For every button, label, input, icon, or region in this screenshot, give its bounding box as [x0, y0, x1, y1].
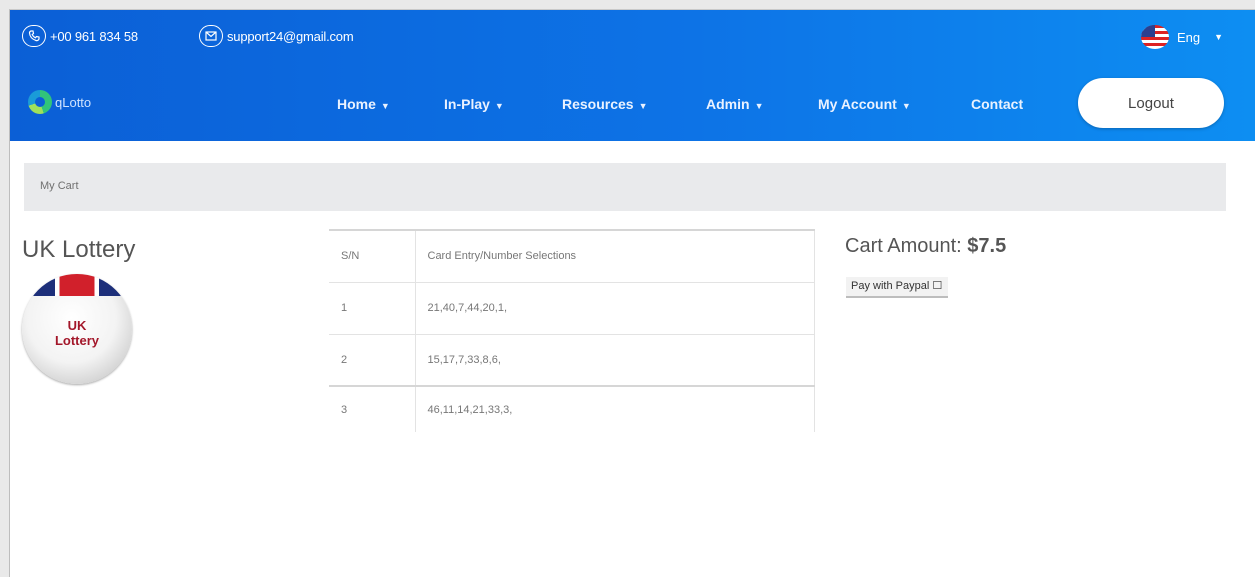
language-selector[interactable]: Eng ▼	[1140, 25, 1223, 49]
table-row: 2 15,17,7,33,8,6,	[329, 333, 815, 386]
row-sn: 1	[329, 281, 416, 334]
chevron-down-icon: ▼	[494, 101, 504, 111]
row-sn: 3	[329, 385, 416, 432]
logo-mark-icon	[28, 90, 52, 114]
row-selection: 15,17,7,33,8,6,	[415, 333, 815, 386]
row-sn: 2	[329, 333, 416, 386]
column-header-selections: Card Entry/Number Selections	[415, 229, 815, 282]
phone-number: +00 961 834 58	[50, 28, 138, 44]
union-jack-band	[22, 274, 132, 296]
badge-text: UK Lottery	[54, 318, 100, 348]
main-navbar: qLotto Home ▼ In-Play ▼ Resources ▼ Admin ▼ …	[10, 76, 1255, 132]
site-header: +00 961 834 58 support24@gmail.com Eng ▼…	[10, 10, 1255, 141]
logo-text: qLotto	[55, 94, 92, 110]
page-frame: +00 961 834 58 support24@gmail.com Eng ▼…	[9, 9, 1255, 577]
cart-entries-table: S/N Card Entry/Number Selections 1 21,40…	[329, 229, 815, 432]
cart-amount-value: $7.5	[967, 235, 1007, 257]
external-link-icon: ☐	[932, 280, 943, 292]
table-row: 1 21,40,7,44,20,1,	[329, 281, 815, 334]
logout-button[interactable]: Logout	[1078, 78, 1224, 128]
column-header-sn: S/N	[329, 229, 416, 282]
nav-item-contact[interactable]: Contact	[971, 96, 1023, 112]
site-logo[interactable]: qLotto	[28, 90, 91, 114]
nav-item-home[interactable]: Home ▼	[337, 96, 390, 112]
phone-contact[interactable]: +00 961 834 58	[22, 25, 138, 47]
pay-with-paypal-button[interactable]: Pay with Paypal ☐	[846, 277, 949, 298]
language-label: Eng	[1176, 29, 1201, 45]
us-flag-icon	[1140, 25, 1169, 49]
nav-item-resources[interactable]: Resources ▼	[562, 96, 648, 112]
row-selection: 46,11,14,21,33,3,	[415, 385, 815, 432]
chevron-down-icon: ▼	[380, 101, 390, 111]
breadcrumb-current: My Cart	[40, 180, 79, 192]
nav-item-in-play[interactable]: In-Play ▼	[444, 96, 504, 112]
caret-down-icon: ▼	[1214, 32, 1223, 42]
row-selection: 21,40,7,44,20,1,	[415, 281, 815, 334]
product-title: UK Lottery	[22, 236, 136, 263]
pay-button-label: Pay with Paypal	[851, 280, 930, 292]
uk-lottery-logo: UK Lottery	[22, 274, 132, 384]
envelope-icon	[199, 25, 223, 47]
cart-amount-label: Cart Amount:	[845, 235, 962, 257]
chevron-down-icon: ▼	[901, 101, 911, 111]
cart-amount: Cart Amount: $7.5	[845, 235, 1006, 258]
email-contact[interactable]: support24@gmail.com	[199, 25, 354, 47]
email-address: support24@gmail.com	[227, 28, 354, 44]
nav-item-admin[interactable]: Admin ▼	[706, 96, 763, 112]
phone-icon	[22, 25, 46, 47]
table-row: 3 46,11,14,21,33,3,	[329, 385, 815, 432]
nav-item-my-account[interactable]: My Account ▼	[818, 96, 911, 112]
table-header-row: S/N Card Entry/Number Selections	[329, 229, 815, 282]
top-contact-bar: +00 961 834 58 support24@gmail.com Eng ▼	[10, 10, 1255, 56]
chevron-down-icon: ▼	[754, 101, 764, 111]
chevron-down-icon: ▼	[638, 101, 648, 111]
breadcrumb: My Cart	[24, 163, 1226, 211]
